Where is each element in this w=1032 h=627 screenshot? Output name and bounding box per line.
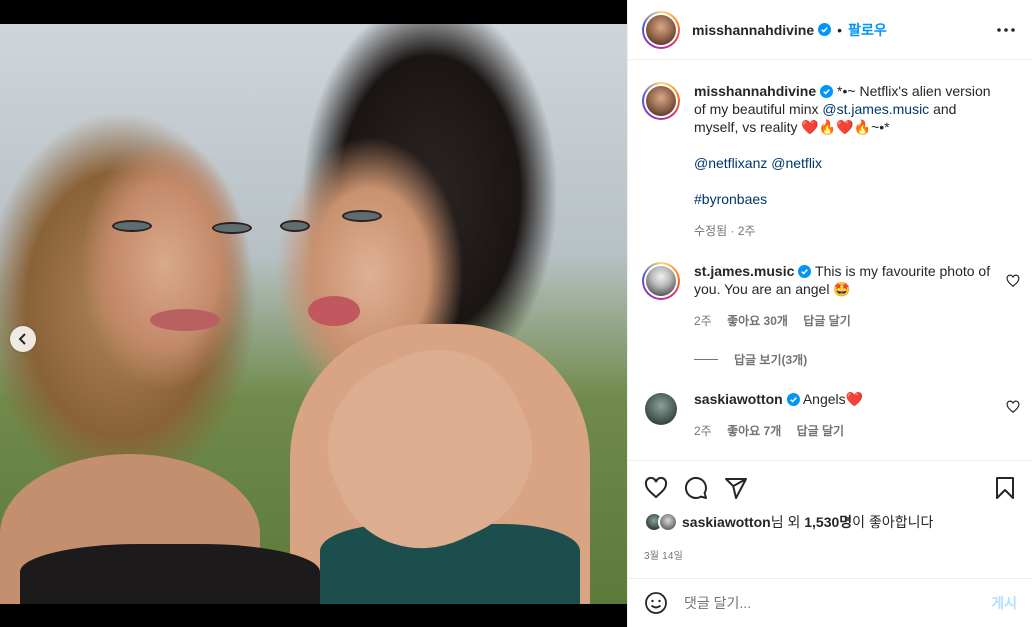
view-replies-label: 답글 보기(3개) xyxy=(734,353,808,367)
commenter-avatar[interactable] xyxy=(642,262,680,300)
likes-text: 님 외 xyxy=(770,514,805,530)
emoji-icon[interactable] xyxy=(644,591,668,615)
comment-input[interactable] xyxy=(684,595,964,611)
commenter-avatar[interactable] xyxy=(642,390,680,428)
verified-badge-icon xyxy=(798,265,812,278)
photo-shape xyxy=(20,544,320,604)
likes-text: 이 좋아합니다 xyxy=(852,514,934,530)
comment-meta: 2주 좋아요 30개 답글 달기 xyxy=(694,312,994,330)
header-separator: • xyxy=(837,21,843,38)
post-header: misshannahdivine • 팔로우 xyxy=(628,0,1032,60)
view-replies-button[interactable]: 답글 보기(3개) xyxy=(694,351,807,368)
follow-button[interactable]: 팔로우 xyxy=(848,20,887,40)
caption-avatar[interactable] xyxy=(642,82,680,120)
commenter-username[interactable]: st.james.music xyxy=(694,263,794,279)
verified-badge-icon xyxy=(820,85,834,98)
more-options-icon[interactable] xyxy=(995,20,1017,40)
like-icon[interactable] xyxy=(644,476,668,500)
post-comment-button[interactable]: 게시 xyxy=(991,593,1017,613)
comment-body: saskiawotton Angels❤️ 2주 좋아요 7개 답글 달기 xyxy=(694,390,994,440)
liker-avatar[interactable] xyxy=(658,512,678,532)
previous-slide-button[interactable] xyxy=(10,326,36,352)
caption-meta: 수정됨 · 2주 xyxy=(694,222,994,240)
verified-badge-icon xyxy=(818,23,832,36)
caption-edited-age: 수정됨 · 2주 xyxy=(694,224,756,238)
hashtag-link[interactable]: #byronbaes xyxy=(694,191,767,207)
mention-link[interactable]: @st.james.music xyxy=(822,101,929,117)
post-dialog: misshannahdivine • 팔로우 misshannahdivine xyxy=(0,0,1032,627)
comment-item: st.james.music This is my favourite phot… xyxy=(642,262,1022,330)
comment-item: saskiawotton Angels❤️ 2주 좋아요 7개 답글 달기 xyxy=(642,390,1022,440)
photo-shape xyxy=(150,309,220,331)
caption-body: misshannahdivine *•~ Netflix's alien ver… xyxy=(694,82,994,240)
mention-link[interactable]: @netflix xyxy=(771,155,822,171)
caption: misshannahdivine *•~ Netflix's alien ver… xyxy=(642,82,1022,240)
mention-link[interactable]: @netflixanz xyxy=(694,155,767,171)
comment-age: 2주 xyxy=(694,424,712,438)
likes-summary: saskiawotton님 외 1,530명이 좋아합니다 xyxy=(644,512,933,532)
save-bookmark-icon[interactable] xyxy=(993,476,1017,500)
heart-icon[interactable] xyxy=(1006,274,1020,288)
reply-button[interactable]: 답글 달기 xyxy=(803,314,851,328)
author-username[interactable]: misshannahdivine xyxy=(692,22,814,38)
photo-shape xyxy=(308,296,360,326)
comment-text: Angels❤️ xyxy=(802,391,864,407)
comment-like-count[interactable]: 좋아요 30개 xyxy=(727,314,788,328)
comments-list[interactable]: misshannahdivine *•~ Netflix's alien ver… xyxy=(628,60,1032,460)
replies-divider xyxy=(694,359,718,360)
author-avatar[interactable] xyxy=(642,10,680,49)
reply-button[interactable]: 답글 달기 xyxy=(797,424,845,438)
post-date[interactable]: 3월 14일 xyxy=(644,547,683,562)
photo-shape xyxy=(342,210,382,222)
chevron-left-icon xyxy=(18,333,26,345)
photo-shape xyxy=(112,220,152,232)
action-bar xyxy=(628,460,1032,510)
likes-count[interactable]: 1,530명 xyxy=(804,514,852,530)
comment-icon[interactable] xyxy=(684,476,708,500)
photo-shape xyxy=(212,222,252,234)
share-icon[interactable] xyxy=(724,476,748,500)
commenter-username[interactable]: saskiawotton xyxy=(694,391,783,407)
comment-composer: 게시 xyxy=(628,578,1032,627)
comment-like-count[interactable]: 좋아요 7개 xyxy=(727,424,781,438)
heart-icon[interactable] xyxy=(1006,400,1020,414)
caption-username[interactable]: misshannahdivine xyxy=(694,83,816,99)
comment-body: st.james.music This is my favourite phot… xyxy=(694,262,994,330)
verified-badge-icon xyxy=(786,393,800,406)
comment-age: 2주 xyxy=(694,314,712,328)
post-sidebar: misshannahdivine • 팔로우 misshannahdivine xyxy=(627,0,1032,627)
photo-shape xyxy=(280,220,310,232)
comment-meta: 2주 좋아요 7개 답글 달기 xyxy=(694,422,994,440)
post-photo[interactable] xyxy=(0,24,627,604)
liker-username[interactable]: saskiawotton xyxy=(682,514,771,530)
